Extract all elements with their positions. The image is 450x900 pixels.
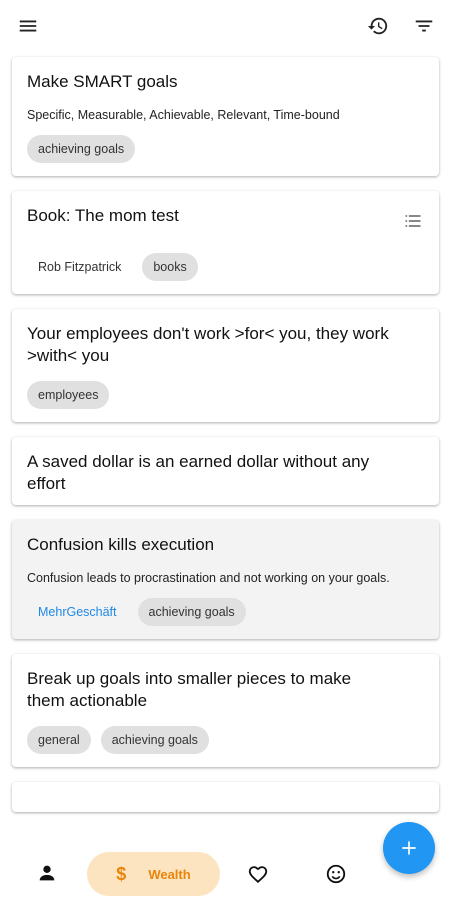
tag-chip[interactable]: general xyxy=(27,726,91,754)
note-card[interactable]: Your employees don't work >for< you, the… xyxy=(12,309,439,422)
tag-chip[interactable]: achieving goals xyxy=(137,598,246,626)
dollar-icon: $ xyxy=(116,863,127,884)
hamburger-menu-icon[interactable] xyxy=(16,14,40,38)
smiley-icon[interactable] xyxy=(325,863,347,885)
heart-icon[interactable] xyxy=(247,863,269,885)
tag-chip[interactable]: achieving goals xyxy=(100,726,209,754)
plus-icon xyxy=(402,841,416,855)
top-app-bar xyxy=(0,0,450,52)
note-card[interactable] xyxy=(12,782,439,812)
tag-chip[interactable]: employees xyxy=(27,381,110,409)
source-link[interactable]: MehrGeschäft xyxy=(27,599,128,625)
tag-list: Rob Fitzpatrick books xyxy=(27,253,425,281)
add-note-button[interactable] xyxy=(383,822,435,874)
author-label: Rob Fitzpatrick xyxy=(38,260,122,274)
tag-list: MehrGeschäft achieving goals xyxy=(27,598,425,626)
person-icon[interactable] xyxy=(36,862,58,884)
tag-chip[interactable]: books xyxy=(142,253,198,281)
tag-list: achieving goals xyxy=(27,135,425,163)
note-title: Book: The mom test xyxy=(27,206,179,225)
notes-list: Make SMART goals Specific, Measurable, A… xyxy=(12,57,439,827)
tag-chip[interactable]: achieving goals xyxy=(27,135,136,163)
note-description: Confusion leads to procrastination and n… xyxy=(27,571,390,585)
note-title: Make SMART goals xyxy=(27,72,178,91)
tag-list: employees xyxy=(27,381,425,409)
note-card-selected[interactable]: Confusion kills execution Confusion lead… xyxy=(12,520,439,639)
history-icon[interactable] xyxy=(366,14,390,38)
note-title: Confusion kills execution xyxy=(27,535,215,554)
note-card[interactable]: Make SMART goals Specific, Measurable, A… xyxy=(12,57,439,176)
tag-list: general achieving goals xyxy=(27,726,425,754)
note-title: Your employees don't work >for< you, the… xyxy=(27,324,389,365)
nav-label-wealth: Wealth xyxy=(148,866,191,882)
note-card[interactable]: A saved dollar is an earned dollar witho… xyxy=(12,437,439,505)
note-title: A saved dollar is an earned dollar witho… xyxy=(27,452,370,493)
note-card[interactable]: Break up goals into smaller pieces to ma… xyxy=(12,654,439,767)
note-title: Break up goals into smaller pieces to ma… xyxy=(27,669,352,710)
bottom-navigation: $ Wealth xyxy=(0,845,450,900)
note-description: Specific, Measurable, Achievable, Releva… xyxy=(27,108,340,122)
nav-item-wealth[interactable]: $ Wealth xyxy=(87,852,220,896)
app-screen: Make SMART goals Specific, Measurable, A… xyxy=(0,0,450,900)
list-icon[interactable] xyxy=(403,211,425,233)
note-card[interactable]: Book: The mom test Rob Fitzpatrick books xyxy=(12,191,439,294)
filter-icon[interactable] xyxy=(412,14,436,38)
